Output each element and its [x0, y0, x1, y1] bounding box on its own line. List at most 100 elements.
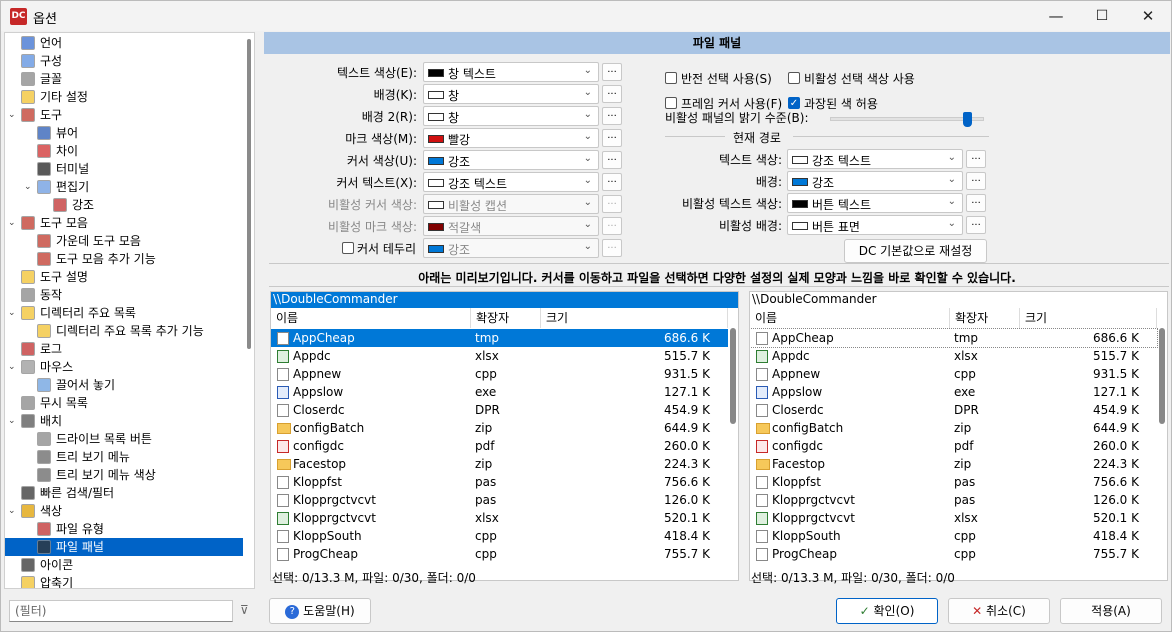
tree-item[interactable]: 기타 설정 [5, 88, 243, 106]
brightness-slider[interactable] [830, 112, 984, 127]
color-select[interactable]: 강조 텍스트 ⌄ [423, 172, 599, 192]
tree-item[interactable]: ⌄ 색상 [5, 502, 243, 520]
file-row[interactable]: KloppSouth cpp 418.4 K [750, 527, 1157, 545]
file-row[interactable]: ProgCheap cpp 755.7 K [271, 545, 728, 563]
color-select[interactable]: 창 ⌄ [423, 106, 599, 126]
filter-input[interactable]: (필터) [9, 600, 233, 622]
column-header[interactable]: 크기 [1020, 308, 1157, 328]
tree-item[interactable]: 구성 [5, 52, 243, 70]
column-header[interactable]: 확장자 [471, 308, 541, 328]
tree-item[interactable]: 드라이브 목록 버튼 [5, 430, 243, 448]
file-row[interactable]: Klopprgctvcvt pas 126.0 K [750, 491, 1157, 509]
tree-item[interactable]: 무시 목록 [5, 394, 243, 412]
expand-icon[interactable]: ⌄ [8, 412, 18, 430]
tree-item[interactable]: 트리 보기 메뉴 [5, 448, 243, 466]
path-color-select[interactable]: 강조 텍스트 ⌄ [787, 149, 963, 169]
path-color-select[interactable]: 강조 ⌄ [787, 171, 963, 191]
color-picker-button[interactable]: ... [602, 107, 622, 125]
color-picker-button[interactable]: ... [966, 172, 986, 190]
color-select[interactable]: 창 ⌄ [423, 84, 599, 104]
clear-filter-icon[interactable]: ⊽ [240, 603, 256, 619]
path-color-select[interactable]: 버튼 표면 ⌄ [787, 215, 963, 235]
help-button[interactable]: ? 도움말(H) [269, 598, 371, 624]
tree-item[interactable]: 강조 [5, 196, 243, 214]
cursor-border-checkbox[interactable] [342, 242, 354, 254]
expand-icon[interactable]: ⌄ [8, 304, 18, 322]
options-tree[interactable]: 언어 구성 글꼴 기타 설정 ⌄ 도구 뷰어 차이 터미널 ⌄ 편집기 강조 ⌄ 도구 모음 가운데 도구 … [4, 32, 255, 589]
file-row[interactable]: Closerdc DPR 454.9 K [271, 401, 728, 419]
tree-item[interactable]: 차이 [5, 142, 243, 160]
column-header[interactable]: 이름 [750, 308, 950, 328]
file-row[interactable]: Appslow exe 127.1 K [750, 383, 1157, 401]
tree-item[interactable]: ⌄ 도구 [5, 106, 243, 124]
file-row[interactable]: Facestop zip 224.3 K [750, 455, 1157, 473]
preview-pane-inactive[interactable]: \\DoubleCommander 이름 확장자 크기 AppCheap tmp 686.6… [749, 291, 1168, 581]
tree-item[interactable]: 빠른 검색/필터 [5, 484, 243, 502]
column-header[interactable]: 확장자 [950, 308, 1020, 328]
tree-item[interactable]: 글꼴 [5, 70, 243, 88]
file-row[interactable]: AppCheap tmp 686.6 K [750, 328, 1158, 348]
file-row[interactable]: configdc pdf 260.0 K [750, 437, 1157, 455]
tree-item[interactable]: ⌄ 도구 모음 [5, 214, 243, 232]
file-row[interactable]: Klopprgctvcvt pas 126.0 K [271, 491, 728, 509]
file-row[interactable]: Kloppfst pas 756.6 K [750, 473, 1157, 491]
tree-item[interactable]: ⌄ 마우스 [5, 358, 243, 376]
tree-item[interactable]: 압축기 [5, 574, 243, 588]
file-row[interactable]: Appnew cpp 931.5 K [271, 365, 728, 383]
file-row[interactable]: Klopprgctvcvt xlsx 520.1 K [271, 509, 728, 527]
cancel-button[interactable]: ✕ 취소(C) [948, 598, 1050, 624]
pane-scrollbar-thumb[interactable] [730, 328, 736, 424]
tree-item[interactable]: 디렉터리 주요 목록 추가 기능 [5, 322, 243, 340]
tree-item[interactable]: 로그 [5, 340, 243, 358]
file-row[interactable]: ProgCheap cpp 755.7 K [750, 545, 1157, 563]
inverse-selection-checkbox[interactable] [665, 72, 677, 84]
pane-scrollbar-thumb[interactable] [1159, 328, 1165, 424]
inactive-selection-checkbox[interactable] [788, 72, 800, 84]
reset-defaults-button[interactable]: DC 기본값으로 재설정 [844, 239, 987, 263]
file-row[interactable]: Appnew cpp 931.5 K [750, 365, 1157, 383]
extended-colors-checkbox[interactable]: ✓ [788, 97, 800, 109]
tree-item[interactable]: ⌄ 편집기 [5, 178, 243, 196]
frame-cursor-checkbox[interactable] [665, 97, 677, 109]
maximize-button[interactable]: ☐ [1079, 1, 1125, 31]
color-picker-button[interactable]: ... [602, 173, 622, 191]
file-row[interactable]: configBatch zip 644.9 K [271, 419, 728, 437]
tree-item[interactable]: 파일 패널 [5, 538, 243, 556]
file-row[interactable]: Appslow exe 127.1 K [271, 383, 728, 401]
expand-icon[interactable]: ⌄ [24, 178, 34, 196]
brightness-knob[interactable] [963, 112, 972, 127]
pane-path-bar[interactable]: \\DoubleCommander [271, 292, 738, 308]
tree-item[interactable]: 도구 모음 추가 기능 [5, 250, 243, 268]
tree-item[interactable]: 끌어서 놓기 [5, 376, 243, 394]
tree-item[interactable]: 아이콘 [5, 556, 243, 574]
tree-scrollbar-thumb[interactable] [247, 39, 251, 349]
tree-item[interactable]: 동작 [5, 286, 243, 304]
ok-button[interactable]: ✓ 확인(O) [836, 598, 938, 624]
color-picker-button[interactable]: ... [602, 63, 622, 81]
file-row[interactable]: configdc pdf 260.0 K [271, 437, 728, 455]
path-color-select[interactable]: 버튼 텍스트 ⌄ [787, 193, 963, 213]
file-row[interactable]: Klopprgctvcvt xlsx 520.1 K [750, 509, 1157, 527]
column-header[interactable]: 크기 [541, 308, 728, 328]
tree-item[interactable]: 트리 보기 메뉴 색상 [5, 466, 243, 484]
color-select[interactable]: 강조 ⌄ [423, 150, 599, 170]
preview-pane-active[interactable]: \\DoubleCommander 이름 확장자 크기 AppCheap tmp 686.6… [270, 291, 739, 581]
tree-item[interactable]: 도구 설명 [5, 268, 243, 286]
minimize-button[interactable]: — [1033, 1, 1079, 31]
tree-item[interactable]: 터미널 [5, 160, 243, 178]
color-picker-button[interactable]: ... [602, 129, 622, 147]
color-picker-button[interactable]: ... [602, 151, 622, 169]
column-header[interactable]: 이름 [271, 308, 471, 328]
tree-item[interactable]: ⌄ 배치 [5, 412, 243, 430]
color-select[interactable]: 빨강 ⌄ [423, 128, 599, 148]
file-row[interactable]: Appdc xlsx 515.7 K [271, 347, 728, 365]
color-picker-button[interactable]: ... [966, 150, 986, 168]
expand-icon[interactable]: ⌄ [8, 502, 18, 520]
expand-icon[interactable]: ⌄ [8, 358, 18, 376]
tree-item[interactable]: 뷰어 [5, 124, 243, 142]
apply-button[interactable]: 적용(A) [1060, 598, 1162, 624]
expand-icon[interactable]: ⌄ [8, 214, 18, 232]
tree-item[interactable]: ⌄ 디렉터리 주요 목록 [5, 304, 243, 322]
pane-path-bar[interactable]: \\DoubleCommander [750, 292, 1167, 308]
file-row[interactable]: KloppSouth cpp 418.4 K [271, 527, 728, 545]
